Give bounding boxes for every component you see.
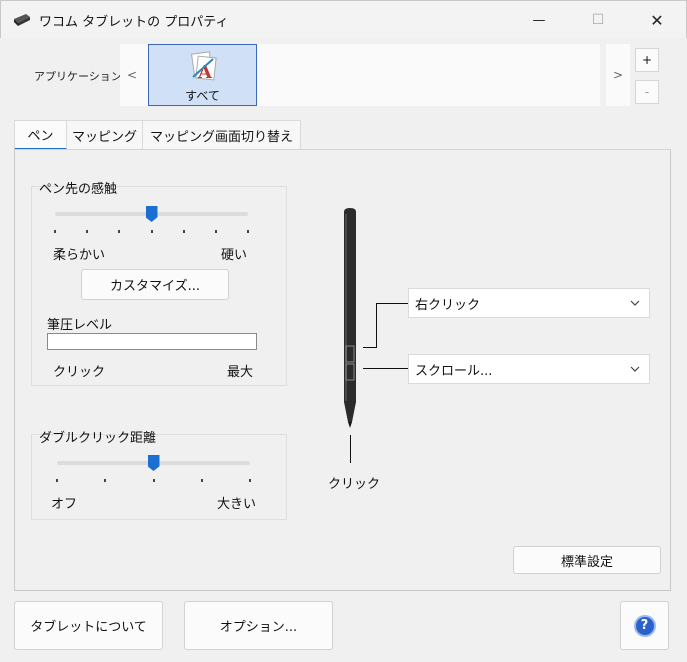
close-button[interactable]: ✕ xyxy=(634,1,680,39)
maximize-button[interactable]: ☐ xyxy=(575,1,621,39)
options-label: オプション... xyxy=(219,620,298,635)
pressure-max-label: 最大 xyxy=(227,365,254,380)
tab-pen[interactable]: ペン xyxy=(14,120,67,150)
pen-tab-panel: ペン先の感触 柔らかい 硬い カスタマイズ... 筆圧レベル クリック 最大 ダ… xyxy=(14,149,671,591)
pressure-min-label: クリック xyxy=(53,365,106,380)
chevron-right-icon: > xyxy=(612,68,624,82)
tab-mapping-label: マッピング xyxy=(71,130,137,145)
customize-button[interactable]: カスタマイズ... xyxy=(81,269,229,300)
help-button[interactable]: ? xyxy=(620,601,669,650)
options-button[interactable]: オプション... xyxy=(184,601,333,650)
remove-application-button[interactable]: - xyxy=(635,80,659,104)
title-bar: ワコム タブレットの プロパティ — ☐ ✕ xyxy=(0,0,687,38)
double-click-min-label: オフ xyxy=(51,497,78,512)
slider-tick xyxy=(214,230,217,233)
tip-feel-min-label: 柔らかい xyxy=(53,248,106,263)
minus-icon: - xyxy=(644,85,650,99)
slider-tick xyxy=(86,230,89,233)
about-tablet-button[interactable]: タブレットについて xyxy=(14,601,163,650)
slider-tick xyxy=(118,230,121,233)
lower-button-dropdown[interactable]: スクロール... xyxy=(408,354,650,384)
slider-tick xyxy=(182,230,185,233)
upper-button-value: 右クリック xyxy=(415,297,481,313)
chevron-left-icon: < xyxy=(126,68,138,82)
maximize-icon: ☐ xyxy=(591,12,605,28)
tab-strip: ペン マッピング マッピング画面切り替え xyxy=(14,120,671,150)
upper-button-connector xyxy=(363,347,377,348)
pressure-level-bar xyxy=(47,333,257,350)
wacom-tablet-icon xyxy=(14,14,30,26)
help-icon: ? xyxy=(633,614,656,637)
app-tile-label: すべて xyxy=(185,89,220,103)
close-icon: ✕ xyxy=(650,10,664,30)
tip-feel-max-label: 硬い xyxy=(221,248,248,263)
lower-button-value: スクロール... xyxy=(415,363,493,379)
about-tablet-label: タブレットについて xyxy=(30,620,147,635)
minimize-icon: — xyxy=(532,12,546,28)
app-next-button[interactable]: > xyxy=(606,44,630,106)
pen-tip-action-label[interactable]: クリック xyxy=(328,473,380,492)
double-click-max-label: 大きい xyxy=(217,497,257,512)
plus-icon: + xyxy=(641,53,653,67)
upper-button-connector-horizontal xyxy=(376,303,409,304)
pen-illustration xyxy=(344,208,356,428)
slider-tick xyxy=(54,230,56,233)
chevron-down-icon xyxy=(630,300,640,306)
tab-display-toggle[interactable]: マッピング画面切り替え xyxy=(143,120,301,150)
tip-connector xyxy=(350,435,351,463)
slider-tick xyxy=(152,479,155,482)
tab-pen-label: ペン xyxy=(27,129,54,144)
slider-tick xyxy=(200,479,203,482)
app-tile-all[interactable]: A すべて xyxy=(148,44,257,106)
customize-button-label: カスタマイズ... xyxy=(109,279,200,294)
pressure-level-label: 筆圧レベル xyxy=(47,318,113,333)
slider-tick xyxy=(150,230,153,233)
window-title: ワコム タブレットの プロパティ xyxy=(39,15,229,30)
add-application-button[interactable]: + xyxy=(635,48,659,72)
pen-feel-title: ペン先の感触 xyxy=(39,182,118,197)
tab-display-toggle-label: マッピング画面切り替え xyxy=(149,130,293,145)
applications-icon: A xyxy=(190,51,217,83)
slider-tick xyxy=(56,479,58,482)
minimize-button[interactable]: — xyxy=(516,1,562,39)
lower-button-connector xyxy=(363,368,409,369)
application-label: アプリケーション: xyxy=(34,70,126,83)
chevron-down-icon xyxy=(630,366,640,372)
default-button[interactable]: 標準設定 xyxy=(513,546,661,574)
double-click-title: ダブルクリック距離 xyxy=(39,431,157,446)
slider-tick xyxy=(247,230,249,233)
slider-tick xyxy=(104,479,107,482)
upper-button-dropdown[interactable]: 右クリック xyxy=(408,288,650,318)
upper-button-connector-vertical xyxy=(376,303,377,348)
tab-mapping[interactable]: マッピング xyxy=(67,120,143,150)
slider-tick xyxy=(249,479,251,482)
app-prev-button[interactable]: < xyxy=(120,44,144,106)
default-button-label: 標準設定 xyxy=(560,554,613,570)
help-icon-glyph: ? xyxy=(640,618,649,633)
